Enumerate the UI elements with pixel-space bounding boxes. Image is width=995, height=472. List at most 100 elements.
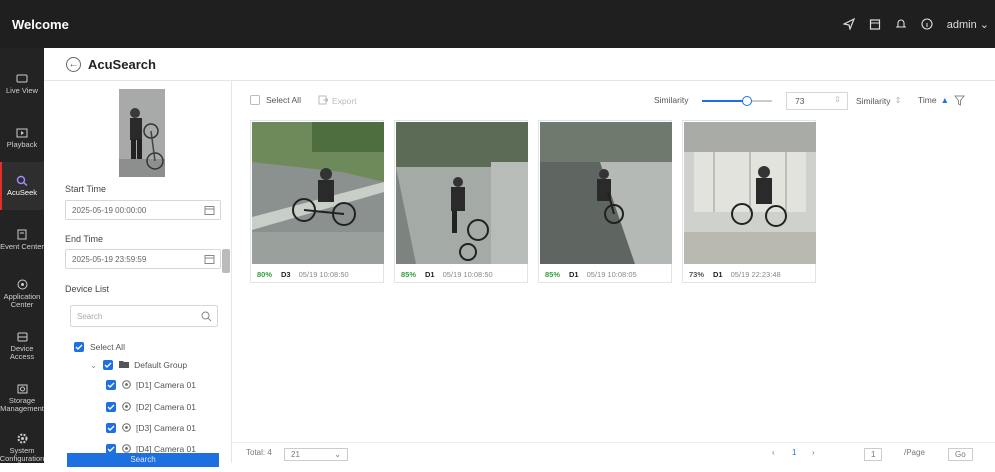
go-label: Go (948, 448, 973, 461)
search-button[interactable]: Search (67, 453, 219, 467)
start-time-input[interactable]: 2025-05-19 00:00:00 (65, 200, 221, 220)
select-all-label: Select All (90, 342, 125, 352)
similarity-slider[interactable] (702, 96, 772, 106)
nav-label: System Configuration (0, 446, 45, 463)
checkbox-checked-icon[interactable] (106, 380, 116, 390)
page-header: ← AcuSearch (44, 48, 995, 81)
similarity-label: Similarity (654, 95, 689, 105)
nav-system-configuration[interactable]: System Configuration (0, 424, 44, 472)
stepper-icon[interactable]: ⇳ (834, 95, 841, 104)
user-menu[interactable]: admin ⌄ (947, 18, 989, 31)
sort-by-time[interactable]: Time ▲ (918, 95, 949, 105)
chevron-down-icon: ⌄ (979, 18, 989, 31)
camera-icon (122, 422, 131, 434)
camera-label: [D1] Camera 01 (136, 380, 196, 390)
results-area: Select All Export Similarity 73 ⇳ Simila… (232, 81, 995, 463)
monitor-icon (16, 74, 28, 82)
export-label: Export (332, 96, 357, 106)
similarity-input[interactable]: 73 ⇳ (786, 92, 848, 110)
page-jump-value: 1 (864, 448, 883, 461)
nav-application-center[interactable]: Application Center (0, 270, 44, 318)
results-toolbar: Select All Export Similarity 73 ⇳ Simila… (232, 81, 995, 121)
device-search-input[interactable]: Search (70, 305, 218, 327)
chevron-down-icon[interactable]: ⌄ (90, 360, 97, 371)
nav-storage-management[interactable]: Storage Management (0, 374, 44, 422)
tree-item-camera[interactable]: [D3] Camera 01 (106, 421, 196, 435)
send-icon[interactable] (842, 18, 855, 30)
result-card[interactable]: 85% D1 05/19 10:08:05 (538, 120, 672, 283)
result-thumbnail[interactable] (540, 122, 672, 264)
top-bar: Welcome admin ⌄ (0, 0, 995, 48)
go-button[interactable]: Go (948, 448, 973, 461)
sort-by-similarity[interactable]: Similarity ⇕ (856, 95, 902, 106)
nav-acuseek[interactable]: AcuSeek (0, 162, 44, 210)
bell-icon[interactable] (895, 18, 907, 30)
tree-item-camera[interactable]: [D2] Camera 01 (106, 400, 196, 414)
capture-time: 05/19 10:08:05 (586, 269, 637, 279)
checkbox-empty-icon[interactable] (250, 95, 260, 105)
nav-live-view[interactable]: Live View (0, 60, 44, 108)
group-label: Default Group (134, 360, 188, 370)
collapse-panel-handle[interactable] (222, 249, 230, 273)
end-time-label: End Time (65, 234, 104, 244)
similarity-score: 80% (257, 269, 273, 279)
filter-icon[interactable] (954, 95, 965, 106)
slider-handle[interactable] (742, 96, 752, 106)
nav-label: Live View (6, 85, 38, 95)
event-center-icon (17, 229, 27, 240)
filter-panel: Start Time 2025-05-19 00:00:00 End Time … (44, 81, 232, 467)
channel-label: D1 (713, 269, 723, 279)
start-time-value: 2025-05-19 00:00:00 (72, 205, 147, 215)
calendar-icon[interactable] (204, 205, 215, 218)
result-card[interactable]: 73% D1 05/19 22:23:48 (682, 120, 816, 283)
select-all-devices[interactable]: Select All (74, 340, 125, 354)
camera-label: [D2] Camera 01 (136, 402, 196, 412)
similarity-score: 73% (689, 269, 705, 279)
checkbox-checked-icon[interactable] (106, 402, 116, 412)
info-icon[interactable] (921, 18, 933, 30)
tree-item-camera[interactable]: [D1] Camera 01 (106, 378, 196, 392)
result-thumbnail[interactable] (396, 122, 528, 264)
back-arrow-icon[interactable]: ← (66, 56, 81, 72)
query-image[interactable] (119, 89, 165, 177)
app-center-icon (17, 279, 27, 290)
calendar-icon[interactable] (869, 18, 881, 30)
export-button[interactable]: Export (318, 95, 357, 107)
page-title: AcuSearch (88, 56, 156, 72)
checkbox-checked-icon[interactable] (103, 360, 114, 370)
capture-time: 05/19 10:08:50 (442, 269, 493, 279)
total-label: Total: 4 (246, 448, 272, 457)
current-page[interactable]: 1 (792, 448, 796, 457)
checkbox-checked-icon[interactable] (74, 342, 84, 352)
nav-playback[interactable]: Playback (0, 114, 44, 162)
nav-label: Playback (6, 139, 38, 149)
page-jump-input[interactable]: 1 (864, 448, 883, 461)
prev-page-icon[interactable]: ‹ (772, 448, 775, 457)
select-all-label: Select All (266, 95, 301, 105)
result-meta: 85% D1 05/19 10:08:50 (395, 266, 527, 282)
search-placeholder: Search (77, 311, 103, 321)
result-card[interactable]: 80% D3 05/19 10:08:50 (250, 120, 384, 283)
nav-device-access[interactable]: Device Access (0, 322, 44, 370)
result-card[interactable]: 85% D1 05/19 10:08:50 (394, 120, 528, 283)
calendar-icon[interactable] (204, 254, 215, 267)
nav-event-center[interactable]: Event Center (0, 216, 44, 264)
result-thumbnail[interactable] (684, 122, 816, 264)
nav-label: Storage Management (0, 395, 44, 413)
nav-label: Event Center (0, 242, 44, 251)
select-all-results[interactable]: Select All (250, 95, 301, 105)
sort-up-icon: ▲ (940, 95, 949, 105)
device-list-label: Device List (65, 284, 110, 294)
storage-icon (17, 384, 27, 393)
next-page-icon[interactable]: › (812, 448, 815, 457)
page-size-value: 21 (291, 450, 300, 459)
page-size-select[interactable]: 21 ⌄ (284, 448, 348, 461)
end-time-input[interactable]: 2025-05-19 23:59:59 (65, 249, 221, 269)
checkbox-checked-icon[interactable] (106, 423, 116, 433)
channel-label: D3 (281, 269, 291, 279)
per-page-label: /Page (904, 448, 925, 457)
result-thumbnail[interactable] (252, 122, 384, 264)
nav-label: AcuSeek (6, 188, 38, 197)
search-icon[interactable] (201, 311, 212, 324)
tree-group-default[interactable]: ⌄ Default Group (90, 358, 187, 372)
